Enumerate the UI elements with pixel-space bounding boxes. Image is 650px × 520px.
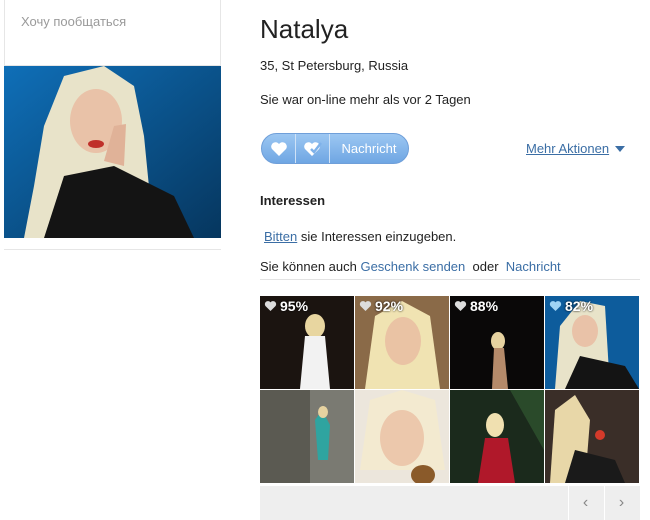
rating-badge: 88%: [454, 298, 498, 314]
photo-grid: 95% 92% 88% 82%: [260, 296, 640, 483]
interests-prompt: Bitten sie Interessen einzugeben.: [264, 229, 456, 244]
rating-value: 95%: [280, 298, 309, 314]
divider: [260, 279, 640, 280]
left-divider: [4, 238, 221, 250]
gift-line: Sie können auch Geschenk senden oder Nac…: [260, 259, 561, 274]
message-button[interactable]: Nachricht: [330, 134, 408, 163]
photo-tile[interactable]: [450, 390, 544, 483]
status-card: Хочу пообщаться: [4, 0, 221, 66]
message-link[interactable]: Nachricht: [506, 259, 561, 274]
profile-photo[interactable]: [4, 66, 221, 238]
like-button[interactable]: [262, 134, 296, 163]
photo-tile[interactable]: 95%: [260, 296, 354, 389]
photo-tile[interactable]: 92%: [355, 296, 449, 389]
online-status: Sie war on-line mehr als vor 2 Tagen: [260, 92, 471, 107]
send-gift-link[interactable]: Geschenk senden: [360, 259, 465, 274]
interests-heading: Interessen: [260, 193, 326, 208]
profile-name: Natalya: [260, 14, 349, 44]
rating-badge: 82%: [549, 298, 593, 314]
photo-pager: ‹ ›: [260, 486, 640, 520]
caret-down-icon: [615, 145, 626, 152]
rating-value: 82%: [565, 298, 594, 314]
heart-icon: [270, 141, 287, 156]
status-text: Хочу пообщаться: [21, 14, 127, 29]
wink-button[interactable]: [296, 134, 330, 163]
more-actions-label: Mehr Aktionen: [526, 141, 610, 156]
rating-badge: 92%: [359, 298, 403, 314]
photo-tile[interactable]: 82%: [545, 296, 639, 389]
prev-button[interactable]: ‹: [568, 486, 602, 520]
profile-details: 35, St Petersburg, Russia: [260, 58, 409, 73]
rating-value: 92%: [375, 298, 404, 314]
interests-prompt-text: sie Interessen einzugeben.: [297, 229, 457, 244]
gift-or: oder: [472, 259, 499, 274]
photo-tile[interactable]: [260, 390, 354, 483]
rating-value: 88%: [470, 298, 499, 314]
photo-tile[interactable]: 88%: [450, 296, 544, 389]
heart-check-icon: [303, 141, 322, 156]
heart-icon: [454, 301, 467, 312]
gift-prefix: Sie können auch: [260, 259, 361, 274]
more-actions-link[interactable]: Mehr Aktionen: [526, 141, 626, 156]
heart-icon: [359, 301, 372, 312]
photo-tile[interactable]: [545, 390, 639, 483]
next-button[interactable]: ›: [604, 486, 638, 520]
ask-interests-link[interactable]: Bitten: [264, 229, 297, 244]
action-buttons: Nachricht: [261, 133, 409, 164]
rating-badge: 95%: [264, 298, 308, 314]
heart-icon: [264, 301, 277, 312]
photo-tile[interactable]: [355, 390, 449, 483]
heart-icon: [549, 301, 562, 312]
